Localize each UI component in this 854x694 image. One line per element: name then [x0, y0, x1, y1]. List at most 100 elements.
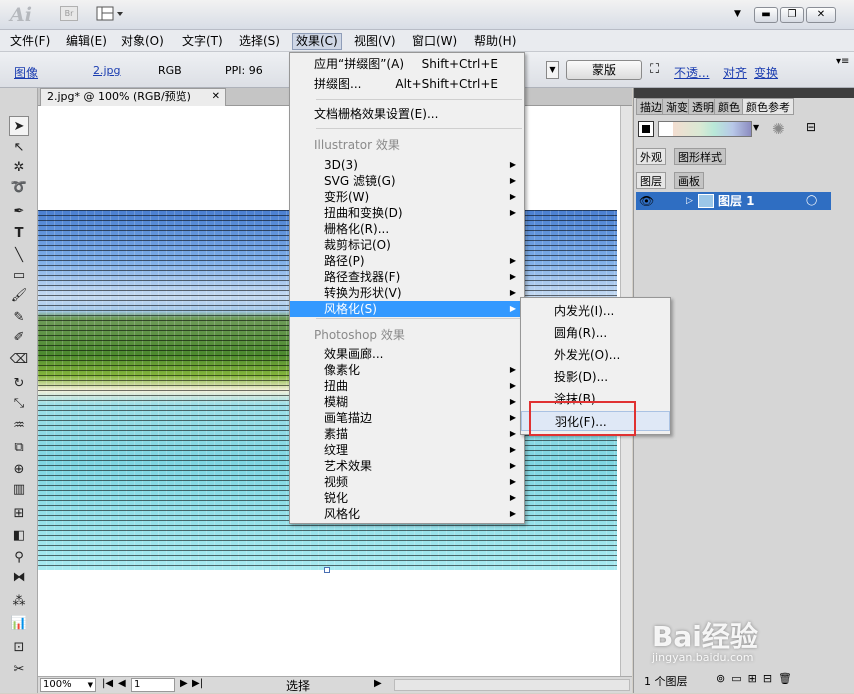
illustrator-effect-item[interactable]: 裁剪标记(O) — [290, 237, 524, 253]
lasso-tool-icon[interactable]: ➰ — [9, 178, 29, 198]
menu-last-effect[interactable]: 拼缀图... Alt+Shift+Ctrl+E — [290, 76, 524, 92]
tab-color[interactable]: 颜色 — [714, 98, 744, 115]
photoshop-effect-item[interactable]: 素描 ▶ — [290, 426, 524, 442]
illustrator-effect-item[interactable]: 3D(3) ▶ — [290, 157, 524, 173]
illustrator-effect-item[interactable]: SVG 滤镜(G) ▶ — [290, 173, 524, 189]
direct-selection-tool-icon[interactable]: ↖ — [9, 138, 29, 158]
blend-tool-icon[interactable]: ⧓ — [9, 568, 29, 588]
illustrator-effect-item[interactable]: 扭曲和变换(D) ▶ — [290, 205, 524, 221]
blob-brush-tool-icon[interactable]: ✐ — [9, 328, 29, 348]
page-nav-prev-icon[interactable]: ◀ — [118, 678, 126, 689]
photoshop-effect-item[interactable]: 效果画廊... — [290, 346, 524, 362]
status-menu-arrow-icon[interactable]: ▶ — [374, 678, 382, 689]
stylize-submenu-item[interactable]: 投影(D)... — [521, 367, 670, 387]
layer-row[interactable]: 👁 ▷ 图层 1 ◯ — [636, 192, 831, 210]
photoshop-effect-item[interactable]: 艺术效果 ▶ — [290, 458, 524, 474]
illustrator-effect-item[interactable]: 变形(W) ▶ — [290, 189, 524, 205]
layer-actions-icons[interactable]: ⊚▭⊞⊟🗑 — [716, 672, 798, 685]
layer-target-icon[interactable]: ◯ — [806, 192, 817, 210]
slice-tool-icon[interactable]: ✂ — [9, 660, 29, 680]
eraser-tool-icon[interactable]: ⌫ — [9, 350, 29, 370]
tab-layers[interactable]: 图层 — [636, 172, 666, 189]
opacity-link[interactable]: 不透... — [674, 64, 709, 81]
mesh-tool-icon[interactable]: ⊞ — [9, 504, 29, 524]
tab-color-guide[interactable]: 颜色参考 — [742, 98, 794, 115]
crop-icon[interactable]: ⛶ — [650, 62, 659, 77]
graph-tool-icon[interactable]: ▥ — [9, 480, 29, 500]
stylize-submenu-item[interactable]: 圆角(R)... — [521, 323, 670, 343]
minimize-button[interactable]: ▬ — [754, 7, 778, 23]
mask-button[interactable]: 蒙版 — [566, 60, 642, 80]
artboard-tool-icon[interactable]: ⊡ — [9, 638, 29, 658]
menu-raster-settings[interactable]: 文档栅格效果设置(E)... — [290, 106, 524, 122]
workspace-switcher[interactable] — [96, 6, 124, 22]
gradient-tool-icon[interactable]: ◧ — [9, 526, 29, 546]
document-tab[interactable]: 2.jpg* @ 100% (RGB/预览) ✕ — [40, 88, 226, 106]
menu-file[interactable]: 文件(F) — [7, 33, 53, 50]
photoshop-effect-item[interactable]: 画笔描边 ▶ — [290, 410, 524, 426]
tab-artboards[interactable]: 画板 — [674, 172, 704, 189]
color-wheel-icon[interactable]: ✺ — [772, 120, 785, 138]
menu-object[interactable]: 对象(O) — [118, 33, 167, 50]
page-nav-first-icon[interactable]: |◀ — [102, 678, 113, 689]
color-swatch-fill[interactable] — [638, 121, 654, 137]
image-link[interactable]: 图像 — [14, 64, 38, 81]
stylize-submenu-item[interactable]: 外发光(O)... — [521, 345, 670, 365]
menu-apply-last-effect[interactable]: 应用“拼缀图”(A) Shift+Ctrl+E — [290, 56, 524, 72]
dropdown-arrow-icon[interactable]: ▼ — [734, 9, 741, 19]
page-field[interactable]: 1 — [131, 678, 175, 692]
rotate-tool-icon[interactable]: ↻ — [9, 374, 29, 394]
photoshop-effect-item[interactable]: 锐化 ▶ — [290, 490, 524, 506]
warp-tool-icon[interactable]: ♒ — [9, 416, 29, 436]
rectangle-tool-icon[interactable]: ▭ — [9, 266, 29, 286]
horizontal-scrollbar[interactable] — [394, 679, 630, 691]
pen-tool-icon[interactable]: ✒ — [9, 202, 29, 222]
new-swatch-icon[interactable]: ⊟ — [806, 120, 816, 134]
photoshop-effect-item[interactable]: 像素化 ▶ — [290, 362, 524, 378]
menu-help[interactable]: 帮助(H) — [471, 33, 519, 50]
stylize-submenu-item[interactable]: 内发光(I)... — [521, 301, 670, 321]
zoom-field[interactable]: 100% ▼ — [40, 678, 96, 692]
photoshop-effect-item[interactable]: 视频 ▶ — [290, 474, 524, 490]
eyedropper-tool-icon[interactable]: ⚲ — [9, 548, 29, 568]
menu-edit[interactable]: 编辑(E) — [63, 33, 110, 50]
photoshop-effect-item[interactable]: 模糊 ▶ — [290, 394, 524, 410]
line-tool-icon[interactable]: ╲ — [9, 246, 29, 266]
filename-link[interactable]: 2.jpg — [93, 64, 121, 77]
color-guide-strip[interactable] — [658, 121, 752, 137]
restore-button[interactable]: ❐ — [780, 7, 804, 23]
magic-wand-tool-icon[interactable]: ✲ — [9, 158, 29, 178]
illustrator-effect-item[interactable]: 栅格化(R)... — [290, 221, 524, 237]
menu-view[interactable]: 视图(V) — [351, 33, 399, 50]
selection-tool-icon[interactable]: ➤ — [9, 116, 29, 136]
shape-builder-tool-icon[interactable]: ⊕ — [9, 460, 29, 480]
close-button[interactable]: ✕ — [806, 7, 836, 23]
page-nav-last-icon[interactable]: ▶| — [192, 678, 203, 689]
color-guide-dropdown[interactable]: ▼ — [753, 123, 759, 132]
illustrator-effect-item[interactable]: 转换为形状(V) ▶ — [290, 285, 524, 301]
page-nav-next-icon[interactable]: ▶ — [180, 678, 188, 689]
photoshop-effect-item[interactable]: 风格化 ▶ — [290, 506, 524, 522]
tab-graphic-styles[interactable]: 图形样式 — [674, 148, 726, 165]
bridge-button[interactable]: Br — [60, 6, 78, 21]
type-tool-icon[interactable]: T — [9, 224, 29, 244]
menu-type[interactable]: 文字(T) — [179, 33, 226, 50]
panel-collapse-bar[interactable] — [634, 88, 854, 98]
illustrator-effect-item[interactable]: 路径查找器(F) ▶ — [290, 269, 524, 285]
center-handle[interactable] — [324, 567, 330, 573]
align-link[interactable]: 对齐 — [723, 64, 747, 81]
expand-arrow-icon[interactable]: ▷ — [686, 192, 693, 210]
illustrator-effect-item[interactable]: 风格化(S) ▶ — [290, 301, 524, 317]
scale-tool-icon[interactable]: ⤡ — [9, 394, 29, 414]
options-dropdown[interactable]: ▼ — [546, 61, 559, 79]
close-tab-icon[interactable]: ✕ — [212, 89, 220, 105]
paintbrush-tool-icon[interactable]: 🖌 — [9, 286, 29, 306]
tab-appearance[interactable]: 外观 — [636, 148, 666, 165]
column-graph-tool-icon[interactable]: 📊 — [9, 614, 29, 634]
visibility-eye-icon[interactable]: 👁 — [639, 192, 654, 210]
transform-link[interactable]: 变换 — [754, 64, 778, 81]
menu-select[interactable]: 选择(S) — [236, 33, 283, 50]
photoshop-effect-item[interactable]: 纹理 ▶ — [290, 442, 524, 458]
symbol-sprayer-tool-icon[interactable]: ⁂ — [9, 592, 29, 612]
menu-window[interactable]: 窗口(W) — [409, 33, 460, 50]
